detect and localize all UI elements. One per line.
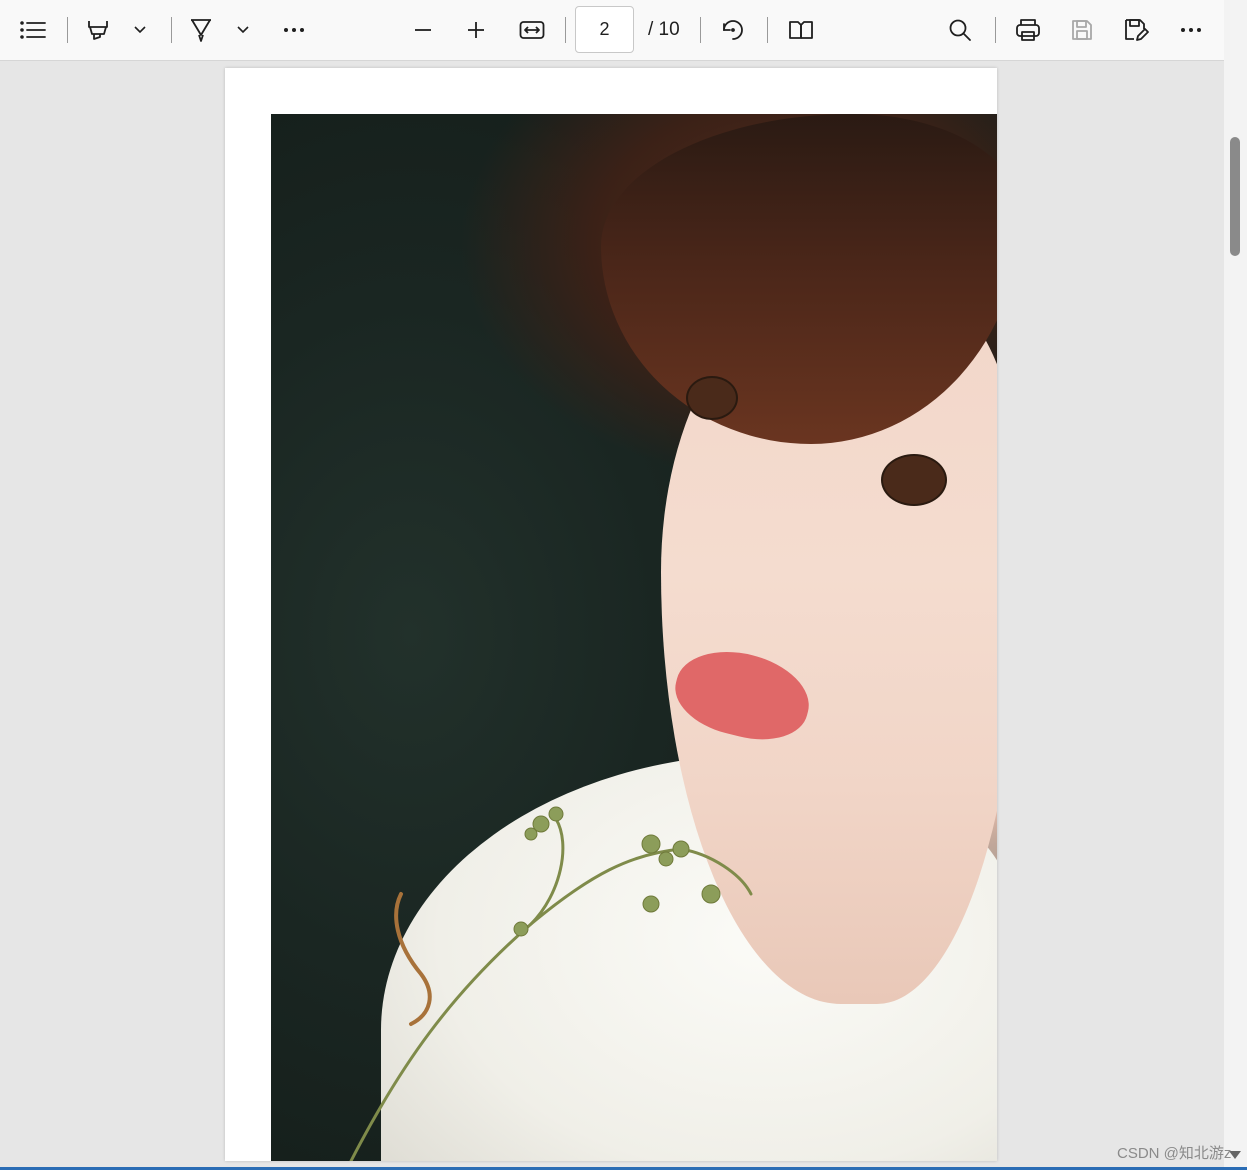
separator (67, 17, 68, 43)
photo-flower-branch (349, 806, 753, 1161)
page-number-input[interactable] (575, 6, 634, 53)
separator (700, 17, 701, 43)
more-horizontal-icon[interactable] (276, 12, 312, 48)
minus-icon[interactable] (405, 12, 441, 48)
vertical-scrollbar[interactable] (1224, 0, 1247, 1170)
printer-icon[interactable] (1010, 12, 1046, 48)
separator (565, 17, 566, 43)
separator (995, 17, 996, 43)
separator (767, 17, 768, 43)
scrollbar-thumb[interactable] (1230, 137, 1240, 256)
page-total-label: / 10 (648, 19, 680, 40)
chevron-down-icon[interactable] (225, 12, 261, 48)
fit-to-width-icon[interactable] (514, 12, 550, 48)
table-of-contents-icon[interactable] (15, 12, 51, 48)
draw-icon[interactable] (183, 12, 219, 48)
pdf-toolbar: / 10 (0, 0, 1224, 61)
more-horizontal-icon[interactable] (1173, 12, 1209, 48)
separator (171, 17, 172, 43)
page-view-icon[interactable] (783, 12, 819, 48)
watermark-text: CSDN @知北游z (1117, 1145, 1232, 1162)
search-icon[interactable] (942, 12, 978, 48)
pdf-page (225, 68, 997, 1161)
chevron-down-icon[interactable] (122, 12, 158, 48)
plus-icon[interactable] (458, 12, 494, 48)
save-icon[interactable] (1064, 12, 1100, 48)
document-photo (271, 114, 997, 1161)
save-as-icon[interactable] (1118, 12, 1154, 48)
highlighter-icon[interactable] (80, 12, 116, 48)
rotate-icon[interactable] (715, 12, 751, 48)
